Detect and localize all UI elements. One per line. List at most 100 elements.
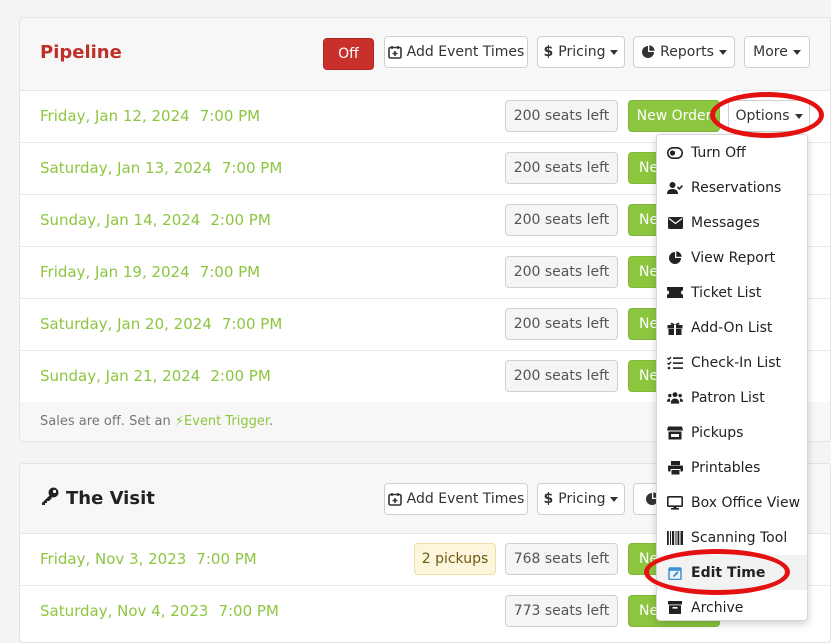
event-date: Saturday, Jan 20, 2024 (40, 315, 212, 333)
ticket-icon (667, 285, 683, 301)
event-datetime[interactable]: Friday, Nov 3, 2023 7:00 PM (40, 550, 257, 568)
seats-left-text: 200 seats left (513, 108, 610, 124)
archive-icon (667, 600, 683, 616)
pickups-badge[interactable]: 2 pickups (414, 543, 496, 575)
event-datetime[interactable]: Sunday, Jan 21, 2024 2:00 PM (40, 367, 271, 385)
event-trigger-link[interactable]: ⚡Event Trigger (175, 414, 269, 429)
pricing-dropdown-button[interactable]: $ Pricing (537, 36, 625, 68)
dollar-icon: $ (543, 491, 554, 507)
key-icon (40, 486, 60, 511)
menu-item-patron-list[interactable]: Patron List (657, 380, 807, 415)
menu-item-archive[interactable]: Archive (657, 590, 807, 625)
pricing-label: Pricing (558, 44, 606, 60)
monitor-icon (667, 495, 683, 511)
menu-item-scanning-tool[interactable]: Scanning Tool (657, 520, 807, 555)
new-order-button[interactable]: New Order (628, 100, 720, 132)
seats-left-text: 200 seats left (513, 212, 610, 228)
calendar-plus-icon (387, 44, 402, 60)
event-date: Saturday, Nov 4, 2023 (40, 602, 209, 620)
more-dropdown-button[interactable]: More (744, 36, 810, 68)
seats-left-badge: 200 seats left (505, 100, 618, 132)
menu-item-box-office-view[interactable]: Box Office View (657, 485, 807, 520)
sales-toggle-label: Off (338, 46, 359, 62)
seats-left-badge: 200 seats left (505, 360, 618, 392)
seats-left-text: 768 seats left (513, 551, 610, 567)
sales-status-text: Sales are off. Set an (40, 414, 171, 429)
menu-item-label: Box Office View (691, 494, 801, 511)
reports-dropdown-button[interactable]: Reports (633, 36, 735, 68)
menu-item-messages[interactable]: Messages (657, 205, 807, 240)
users-icon (667, 390, 683, 406)
menu-item-edit-time[interactable]: Edit Time (657, 555, 807, 590)
menu-item-label: Edit Time (691, 564, 766, 581)
reports-label: Reports (660, 44, 714, 60)
event-datetime[interactable]: Friday, Jan 19, 2024 7:00 PM (40, 263, 260, 281)
event-date: Friday, Jan 19, 2024 (40, 263, 190, 281)
seats-left-text: 200 seats left (513, 264, 610, 280)
menu-item-label: Reservations (691, 179, 782, 196)
gift-icon (667, 320, 683, 336)
menu-item-reservations[interactable]: Reservations (657, 170, 807, 205)
chevron-down-icon (718, 49, 727, 55)
the-visit-title-text: The Visit (66, 488, 155, 509)
seats-left-text: 773 seats left (513, 603, 610, 619)
menu-item-add-on-list[interactable]: Add-On List (657, 310, 807, 345)
seats-left-text: 200 seats left (513, 316, 610, 332)
menu-item-label: Printables (691, 459, 761, 476)
options-dropdown-button[interactable]: Options (728, 100, 810, 132)
event-date: Sunday, Jan 14, 2024 (40, 211, 201, 229)
add-event-times-label: Add Event Times (406, 44, 525, 60)
options-label: Options (735, 108, 790, 124)
chevron-down-icon (610, 49, 619, 55)
menu-item-printables[interactable]: Printables (657, 450, 807, 485)
barcode-icon (667, 530, 683, 546)
chevron-down-icon (792, 49, 801, 55)
event-time: 7:00 PM (199, 263, 261, 281)
event-datetime[interactable]: Sunday, Jan 14, 2024 2:00 PM (40, 211, 271, 229)
menu-item-label: Check-In List (691, 354, 782, 371)
menu-item-label: Turn Off (691, 144, 746, 161)
chevron-down-icon (610, 496, 619, 502)
pipeline-header: Pipeline Off Add Event Times $ Pricing R… (20, 18, 830, 91)
more-label: More (753, 44, 788, 60)
chevron-down-icon (794, 113, 803, 119)
menu-item-pickups[interactable]: Pickups (657, 415, 807, 450)
menu-item-label: Pickups (691, 424, 744, 441)
seats-left-badge: 200 seats left (505, 204, 618, 236)
event-time: 2:00 PM (210, 367, 271, 385)
event-date: Friday, Nov 3, 2023 (40, 550, 187, 568)
menu-item-label: Messages (691, 214, 760, 231)
footer-period: . (269, 414, 274, 429)
menu-item-check-in-list[interactable]: Check-In List (657, 345, 807, 380)
pipeline-title: Pipeline (40, 42, 122, 63)
event-datetime[interactable]: Saturday, Nov 4, 2023 7:00 PM (40, 602, 279, 620)
event-datetime[interactable]: Saturday, Jan 20, 2024 7:00 PM (40, 315, 282, 333)
event-datetime[interactable]: Saturday, Jan 13, 2024 7:00 PM (40, 159, 282, 177)
seats-left-text: 200 seats left (513, 160, 610, 176)
toggle-icon (667, 145, 683, 161)
checklist-icon (667, 355, 683, 371)
event-time: 7:00 PM (199, 107, 261, 125)
the-visit-title: The Visit (40, 486, 155, 511)
menu-item-ticket-list[interactable]: Ticket List (657, 275, 807, 310)
event-time: 7:00 PM (218, 602, 279, 620)
seats-left-text: 200 seats left (513, 368, 610, 384)
menu-item-label: Scanning Tool (691, 529, 788, 546)
event-datetime[interactable]: Friday, Jan 12, 2024 7:00 PM (40, 107, 260, 125)
seats-left-badge: 200 seats left (505, 308, 618, 340)
add-event-times-button[interactable]: Add Event Times (384, 36, 528, 68)
add-event-times-button[interactable]: Add Event Times (384, 483, 528, 515)
event-date: Friday, Jan 12, 2024 (40, 107, 190, 125)
menu-item-view-report[interactable]: View Report (657, 240, 807, 275)
seats-left-badge: 200 seats left (505, 152, 618, 184)
menu-item-turn-off[interactable]: Turn Off (657, 135, 807, 170)
user-check-icon (667, 180, 683, 196)
event-time: 2:00 PM (210, 211, 271, 229)
options-dropdown-menu: Turn Off Reservations Messages View Repo… (656, 134, 808, 621)
sales-toggle-button[interactable]: Off (323, 38, 374, 70)
pricing-dropdown-button[interactable]: $ Pricing (537, 483, 625, 515)
store-icon (667, 425, 683, 441)
event-date: Saturday, Jan 13, 2024 (40, 159, 212, 177)
pie-chart-icon (641, 44, 655, 60)
menu-item-label: Patron List (691, 389, 765, 406)
